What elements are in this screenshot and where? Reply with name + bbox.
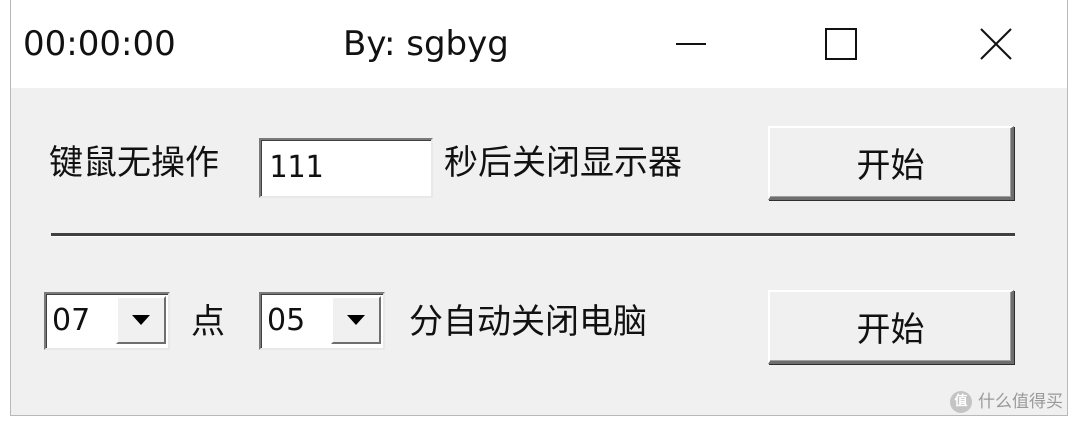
idle-label: 键鼠无操作: [49, 143, 219, 183]
hour-select[interactable]: 07: [44, 292, 170, 350]
start-monitor-off-button[interactable]: 开始: [768, 126, 1014, 200]
hour-label: 点: [191, 302, 225, 342]
watermark-logo: 值: [950, 391, 972, 413]
minute-dropdown-button[interactable]: [331, 296, 381, 344]
hour-dropdown-button[interactable]: [116, 296, 166, 344]
start-shutdown-button[interactable]: 开始: [768, 290, 1014, 364]
maximize-button[interactable]: [781, 0, 901, 88]
close-button[interactable]: [936, 0, 1056, 88]
dropdown-arrow-icon: [132, 315, 150, 325]
shutdown-label: 分自动关闭电脑: [409, 302, 647, 342]
title-bar: 00:00:00 By: sgbyg: [11, 0, 1067, 88]
minimize-button[interactable]: [631, 0, 751, 88]
idle-seconds-input[interactable]: 111: [259, 138, 433, 198]
watermark-text: 什么值得买: [978, 392, 1063, 412]
maximize-icon: [825, 28, 857, 60]
section-divider: [51, 233, 1015, 237]
clock-display: 00:00:00: [23, 24, 176, 64]
hour-value: 07: [52, 303, 91, 338]
app-window: 00:00:00 By: sgbyg 键鼠无操作 111 秒后关闭显示器 开始 …: [10, 0, 1068, 416]
dropdown-arrow-icon: [347, 315, 365, 325]
minute-value: 05: [267, 303, 306, 338]
close-icon: [980, 28, 1012, 60]
monitor-off-label: 秒后关闭显示器: [444, 143, 682, 183]
minute-select[interactable]: 05: [259, 292, 385, 350]
watermark: 值 什么值得买: [950, 388, 1063, 416]
window-title: By: sgbyg: [343, 24, 509, 64]
minimize-icon: [676, 43, 706, 45]
